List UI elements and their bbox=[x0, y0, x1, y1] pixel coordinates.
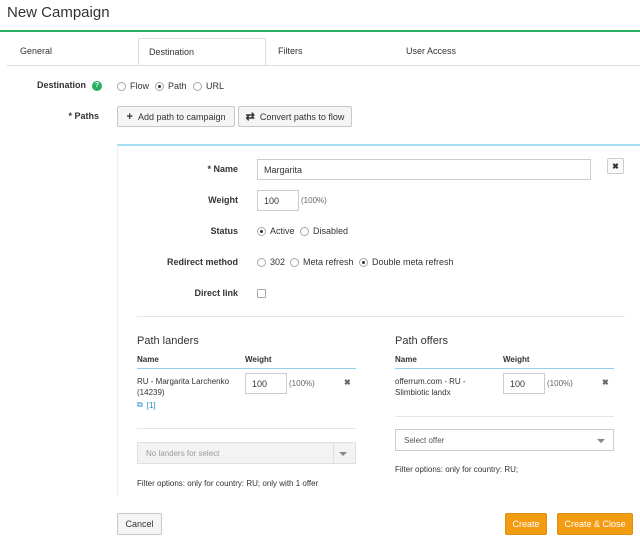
convert-paths-label: Convert paths to flow bbox=[259, 111, 345, 122]
tab-filters[interactable]: Filters bbox=[268, 38, 313, 65]
chevron-down-icon bbox=[339, 452, 347, 456]
path-label: Path bbox=[168, 81, 187, 91]
panel-divider bbox=[137, 316, 625, 317]
tab-user-access[interactable]: User Access bbox=[396, 38, 466, 65]
tabs-divider bbox=[7, 65, 640, 66]
meta-refresh-radio[interactable] bbox=[290, 257, 299, 267]
offer-select[interactable]: Select offer bbox=[395, 429, 614, 451]
close-icon[interactable]: ✖ bbox=[607, 158, 624, 174]
plus-icon: + bbox=[126, 110, 133, 123]
landers-header-line bbox=[137, 368, 356, 369]
redirect-option-meta-refresh[interactable]: Meta refresh bbox=[290, 257, 354, 267]
offer-name-line1: offerrum.com - RU - bbox=[395, 377, 466, 386]
status-option-active[interactable]: Active bbox=[257, 226, 295, 236]
disabled-label: Disabled bbox=[313, 226, 349, 236]
offers-row-line bbox=[395, 416, 614, 417]
weight-input[interactable]: 100 bbox=[257, 190, 299, 211]
convert-paths-button[interactable]: ⇄ Convert paths to flow bbox=[238, 106, 352, 127]
direct-link-checkbox[interactable] bbox=[257, 289, 266, 298]
url-label: URL bbox=[206, 81, 225, 91]
url-radio[interactable] bbox=[193, 81, 202, 91]
offers-col-name: Name bbox=[395, 355, 417, 364]
offer-name: offerrum.com - RU - Slimbiotic landx bbox=[395, 376, 499, 398]
remove-icon[interactable]: ✖ bbox=[602, 378, 609, 387]
name-input[interactable]: Margarita bbox=[257, 159, 591, 180]
tab-general[interactable]: General bbox=[10, 38, 62, 65]
active-radio[interactable] bbox=[257, 226, 266, 236]
landers-col-name: Name bbox=[137, 355, 159, 364]
landers-filter-text: Filter options: only for country: RU; on… bbox=[137, 479, 319, 488]
destination-label: Destination bbox=[36, 80, 86, 90]
disabled-radio[interactable] bbox=[300, 226, 309, 236]
path-radio[interactable] bbox=[155, 81, 164, 91]
path-offers-title: Path offers bbox=[395, 335, 448, 347]
offer-weight-input[interactable]: 100 bbox=[503, 373, 545, 394]
create-button[interactable]: Create bbox=[505, 513, 547, 535]
create-close-button[interactable]: Create & Close bbox=[557, 513, 633, 535]
double-meta-refresh-label: Double meta refresh bbox=[372, 257, 454, 267]
offer-weight-percent: (100%) bbox=[547, 379, 573, 388]
meta-refresh-label: Meta refresh bbox=[303, 257, 354, 267]
lander-name: RU - Margarita Larchenko (14239) bbox=[137, 376, 241, 398]
add-path-button[interactable]: + Add path to campaign bbox=[117, 106, 235, 127]
redirect-option-302[interactable]: 302 bbox=[257, 257, 285, 267]
add-path-label: Add path to campaign bbox=[137, 111, 226, 122]
landers-col-weight: Weight bbox=[245, 355, 272, 364]
offer-name-line2: Slimbiotic landx bbox=[395, 388, 451, 397]
offers-filter-text: Filter options: only for country: RU; bbox=[395, 465, 519, 474]
lander-meta: ⧉ [1] bbox=[137, 400, 156, 410]
offers-col-weight: Weight bbox=[503, 355, 530, 364]
exchange-icon: ⇄ bbox=[245, 111, 255, 123]
path-landers-title: Path landers bbox=[137, 335, 199, 347]
flow-radio[interactable] bbox=[117, 81, 126, 91]
redirect-method-label: Redirect method bbox=[166, 257, 238, 267]
paths-label: * Paths bbox=[68, 111, 99, 121]
lander-name-line2: (14239) bbox=[137, 388, 165, 397]
chevron-down-icon bbox=[597, 439, 605, 443]
external-link-icon[interactable]: ⧉ bbox=[137, 400, 143, 410]
destination-option-path[interactable]: Path bbox=[155, 81, 187, 91]
tab-destination[interactable]: Destination bbox=[138, 38, 266, 66]
lander-select-placeholder: No landers for select bbox=[146, 448, 220, 458]
lander-name-line1: RU - Margarita Larchenko bbox=[137, 377, 230, 386]
lander-select[interactable]: No landers for select bbox=[137, 442, 356, 464]
direct-link-label: Direct link bbox=[194, 288, 238, 298]
redirect-302-label: 302 bbox=[270, 257, 286, 267]
lander-offers-count[interactable]: [1] bbox=[147, 401, 156, 410]
redirect-option-double-meta-refresh[interactable]: Double meta refresh bbox=[359, 257, 454, 267]
name-label: * Name bbox=[207, 164, 238, 174]
double-meta-refresh-radio[interactable] bbox=[359, 257, 368, 267]
cancel-button[interactable]: Cancel bbox=[117, 513, 162, 535]
status-option-disabled[interactable]: Disabled bbox=[300, 226, 348, 236]
lander-weight-input[interactable]: 100 bbox=[245, 373, 287, 394]
destination-option-url[interactable]: URL bbox=[193, 81, 224, 91]
lander-weight-percent: (100%) bbox=[289, 379, 315, 388]
weight-percent: (100%) bbox=[301, 196, 327, 205]
page-title: New Campaign bbox=[7, 4, 110, 21]
active-label: Active bbox=[270, 226, 295, 236]
redirect-302-radio[interactable] bbox=[257, 257, 266, 267]
flow-label: Flow bbox=[130, 81, 150, 91]
weight-label: Weight bbox=[208, 195, 238, 205]
destination-option-flow[interactable]: Flow bbox=[117, 81, 149, 91]
landers-row-line bbox=[137, 428, 356, 429]
status-label: Status bbox=[210, 226, 238, 236]
title-divider bbox=[0, 30, 640, 32]
offers-header-line bbox=[395, 368, 614, 369]
question-circle-icon[interactable]: ? bbox=[92, 81, 102, 91]
remove-icon[interactable]: ✖ bbox=[344, 378, 351, 387]
offer-select-placeholder: Select offer bbox=[404, 435, 445, 445]
